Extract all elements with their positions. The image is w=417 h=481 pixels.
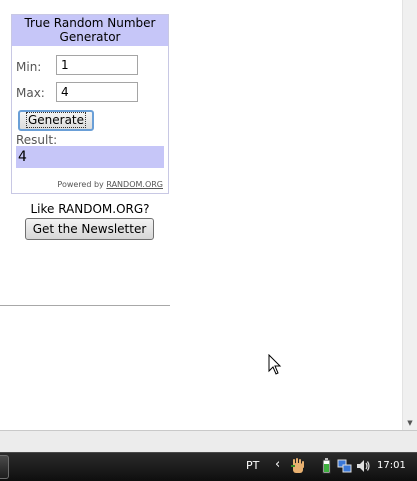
generate-button[interactable]: Generate — [18, 110, 94, 131]
random-org-link[interactable]: RANDOM.ORG — [106, 180, 163, 189]
min-label: Min: — [16, 60, 42, 74]
browser-page: True Random Number Generator Min: 1 Max:… — [0, 0, 402, 430]
max-input[interactable]: 4 — [56, 82, 138, 102]
powered-by-text: Powered by — [57, 180, 104, 189]
powered-by: Powered by RANDOM.ORG — [57, 180, 163, 189]
vertical-scrollbar[interactable]: ▼ — [402, 0, 417, 430]
result-label: Result: — [16, 133, 58, 147]
status-bar — [0, 430, 417, 452]
generate-button-label: Generate — [25, 112, 87, 128]
scroll-down-arrow-icon[interactable]: ▼ — [403, 418, 417, 428]
volume-icon[interactable] — [355, 458, 371, 474]
taskbar-button[interactable] — [0, 455, 9, 479]
divider — [0, 305, 170, 306]
min-input[interactable]: 1 — [56, 55, 138, 75]
hand-icon[interactable] — [290, 458, 306, 474]
result-value: 4 — [16, 146, 164, 168]
get-newsletter-button[interactable]: Get the Newsletter — [25, 218, 154, 240]
like-random-org-text: Like RANDOM.ORG? — [30, 202, 150, 216]
language-indicator[interactable]: PT — [246, 459, 259, 472]
battery-icon[interactable] — [319, 458, 335, 474]
show-hidden-icons-chevron-icon[interactable]: ‹ — [275, 457, 280, 472]
max-label: Max: — [16, 86, 45, 100]
widget-title: True Random Number Generator — [12, 15, 168, 46]
mouse-pointer-icon — [268, 354, 282, 375]
network-icon[interactable] — [337, 458, 353, 474]
taskbar: PT ‹ 17:01 — [0, 452, 417, 481]
random-number-widget: True Random Number Generator Min: 1 Max:… — [11, 14, 169, 194]
clock[interactable]: 17:01 — [377, 460, 406, 471]
